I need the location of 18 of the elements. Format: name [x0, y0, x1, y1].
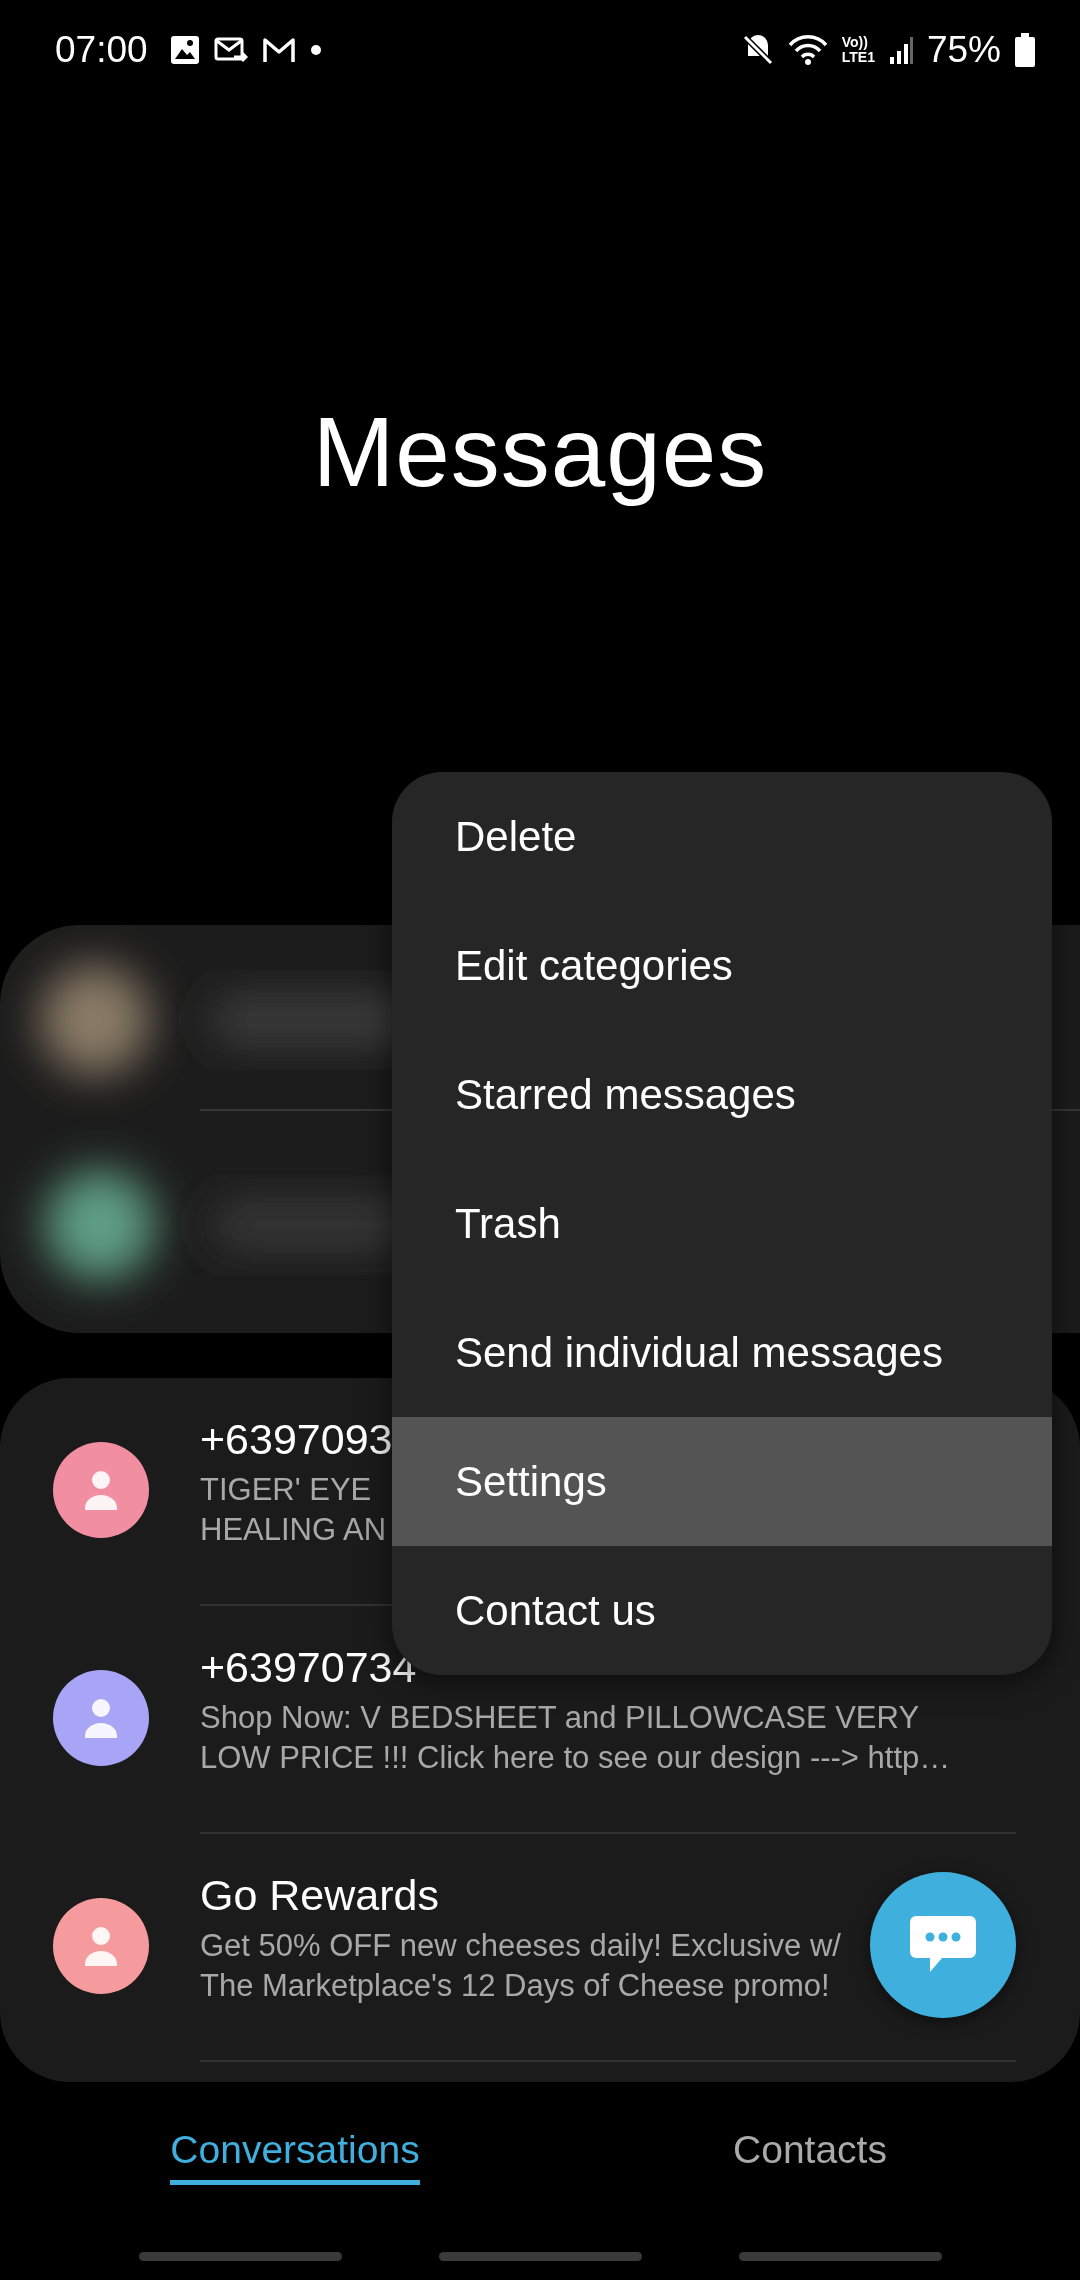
tab[interactable]: Contacts [733, 2127, 887, 2185]
message-preview: Shop Now: V BEDSHEET and PILLOWCASE VERY LOW PRICE !!! Click here to see our design ---> http… [200, 1698, 951, 1777]
tab[interactable]: Conversations [170, 2127, 420, 2185]
menu-item[interactable]: Send individual messages [392, 1288, 1052, 1417]
menu-item[interactable]: Edit categories [392, 901, 1052, 1030]
app-title: Messages [312, 396, 768, 509]
message-preview: TIGER' EYE HEALING AN [200, 1470, 388, 1549]
message-preview: Get 50% OFF new cheeses daily! Exclusive w/ The Marketplace's 12 Days of Cheese promo! [200, 1926, 841, 2005]
menu-item[interactable]: Delete [392, 772, 1052, 901]
menu-item[interactable]: Starred messages [392, 1030, 1052, 1159]
contact-name: +63970734 [200, 1642, 418, 1692]
clock-time: 07:00 [55, 29, 148, 71]
menu-item[interactable]: Trash [392, 1159, 1052, 1288]
network-label: Vo)) LTE1 [841, 35, 875, 65]
contact-name: +6397093 [200, 1414, 393, 1464]
battery-percent: 75% [926, 29, 1001, 71]
menu-item[interactable]: Settings [392, 1417, 1052, 1546]
contact-name: Go Rewards [200, 1870, 440, 1920]
